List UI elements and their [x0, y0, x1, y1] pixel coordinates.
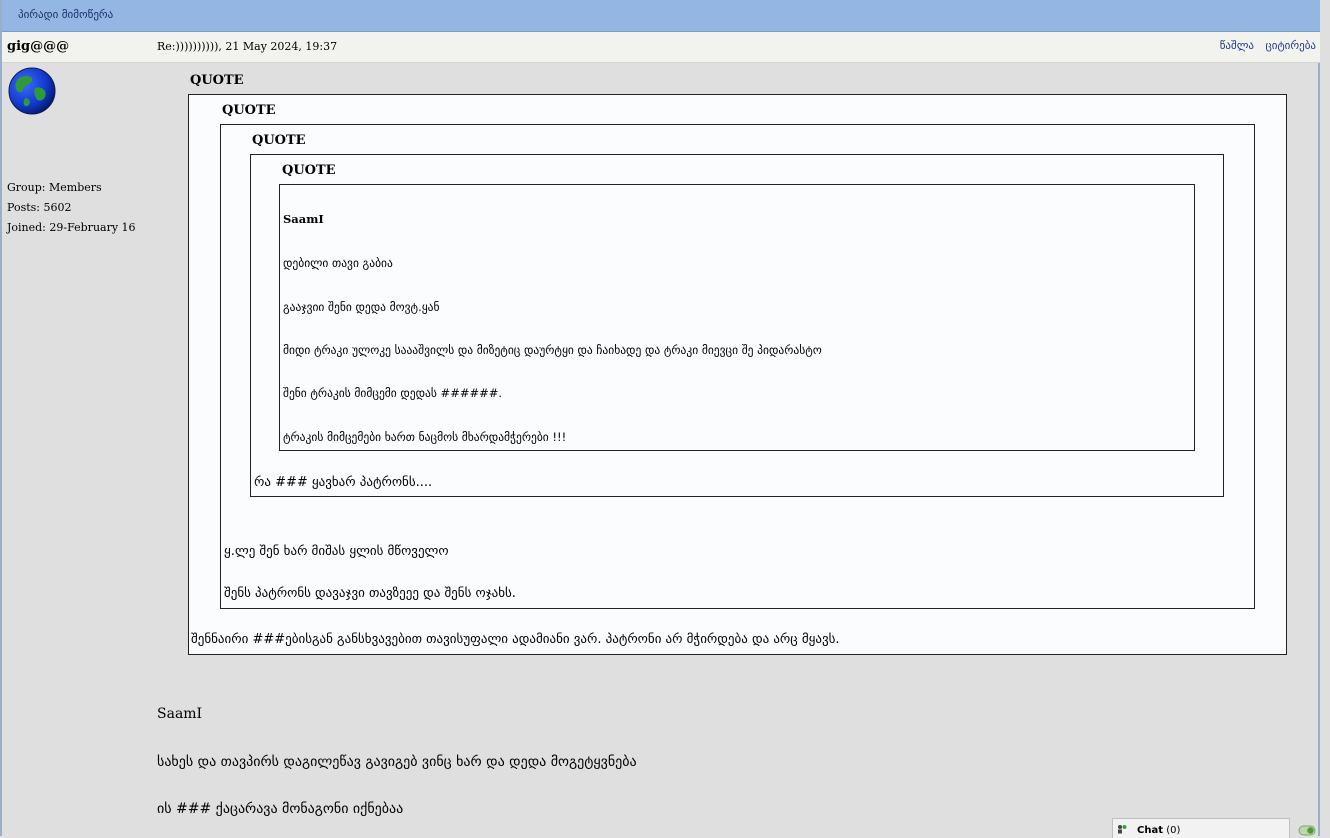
- quote-line: ტრაკის მიმცემები ხართ ნაცმოს მხარდამჭერე…: [283, 430, 567, 444]
- body-line: სახეს და თავპირს დაგილეწავ გავიგებ ვინც …: [157, 754, 637, 770]
- delete-button[interactable]: წაშლა: [1220, 39, 1254, 52]
- quote-label: QUOTE: [252, 133, 306, 148]
- quote-line: შენი ტრაკის მიმცემი დედას ######.: [283, 386, 503, 400]
- quote-author: SaamI: [283, 212, 324, 226]
- user-info: Group: Members Posts: 5602 Joined: 29-Fe…: [7, 178, 136, 238]
- page-frame: პირადი მიმოწერა gig@@@ Re:)))))))))), 21…: [0, 0, 1320, 836]
- chat-count: (0): [1166, 825, 1181, 836]
- quote-button[interactable]: ციტირება: [1266, 39, 1317, 52]
- username[interactable]: gig@@@: [7, 39, 69, 54]
- quote-label: QUOTE: [282, 163, 336, 178]
- quote-line: ყ.ლე შენ ხარ მიშას ყლის მწოველო: [224, 544, 449, 559]
- avatar[interactable]: [7, 66, 57, 116]
- quote-line: მიდი ტრაკი ულოკე საააშვილს და მიზეტიც და…: [283, 343, 822, 357]
- body-author: SaamI: [157, 706, 203, 722]
- quote-line: რა ### ყავხარ პატრონს....: [254, 475, 433, 490]
- post-header: gig@@@ Re:)))))))))), 21 May 2024, 19:37…: [2, 32, 1320, 63]
- quote-line: შენს პატრონს დავაჯვი თავზეეე და შენს ოჯა…: [224, 586, 516, 601]
- chat-widget[interactable]: Chat (0): [1112, 818, 1290, 838]
- quote-line: შენნაირი ###ებისგან განსხვავებით თავისუფ…: [191, 632, 840, 647]
- quote-line: დებილი თავი გაბია: [283, 256, 393, 270]
- body-line: ის ### ქაცარავა მონაგონი იქნებაა: [157, 801, 404, 817]
- quote-box-level-4: [279, 184, 1195, 451]
- quote-line: გააჯვიი შენი დედა მოვტ.ყან: [283, 300, 440, 314]
- title-bar: პირადი მიმოწერა: [2, 0, 1320, 32]
- quote-label: QUOTE: [190, 73, 244, 88]
- page-title: პირადი მიმოწერა: [18, 8, 114, 21]
- user-joined: Joined: 29-February 16: [7, 221, 136, 234]
- post-meta: Re:)))))))))), 21 May 2024, 19:37: [157, 40, 338, 53]
- chat-toggle-icon[interactable]: [1298, 824, 1316, 836]
- chat-title: Chat: [1137, 825, 1163, 836]
- chat-label: Chat (0): [1137, 825, 1180, 836]
- users-icon: [1118, 825, 1127, 834]
- post-actions: წაშლა ციტირება: [1212, 39, 1316, 52]
- user-group: Group: Members: [7, 181, 102, 194]
- user-posts: Posts: 5602: [7, 201, 72, 214]
- quote-label: QUOTE: [222, 103, 276, 118]
